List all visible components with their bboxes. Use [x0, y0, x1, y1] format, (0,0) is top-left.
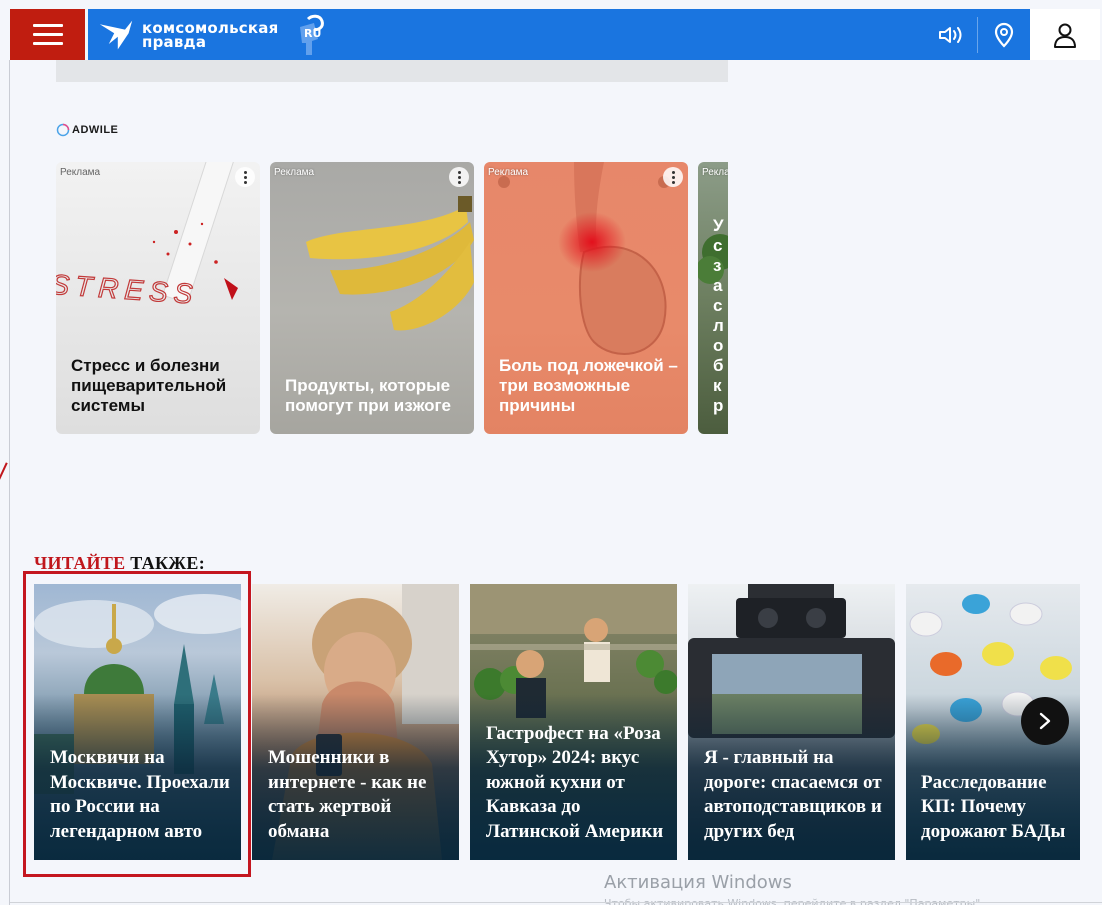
- adwile-logo[interactable]: ADWILE: [56, 123, 118, 137]
- read-also-heading: ЧИТАЙТЕ ТАКЖЕ:: [34, 553, 205, 573]
- ad-placeholder-strip: [56, 60, 728, 82]
- windows-activation-subtitle: Чтобы активировать Windows, перейдите в …: [604, 897, 984, 905]
- news-title: Я - главный на дороге: спасаемся от авто…: [704, 747, 882, 842]
- news-title: Гастрофест на «Роза Хутор» 2024: вкус юж…: [486, 722, 664, 842]
- brand-name: комсомольская правда: [142, 18, 279, 51]
- menu-button[interactable]: [10, 9, 85, 60]
- ru-domain-logo-icon: RU: [300, 14, 325, 55]
- carousel-next-button[interactable]: [1021, 697, 1069, 745]
- ad-card[interactable]: STRESS Реклама Стресс и болезни пищевари…: [56, 162, 260, 434]
- hamburger-icon: [32, 24, 63, 27]
- news-card[interactable]: Гастрофест на «Роза Хутор» 2024: вкус юж…: [470, 584, 677, 860]
- ad-title: Продукты, которые помогут при изжоге: [285, 376, 452, 415]
- page-bottom-line: [10, 902, 1102, 903]
- ad-title: Ус за сл об кр: [713, 216, 724, 415]
- ad-card[interactable]: Реклама Боль под ложечкой – три возможны…: [484, 162, 688, 434]
- ad-label: Реклама: [274, 167, 315, 178]
- audio-button[interactable]: [925, 9, 977, 60]
- ad-card[interactable]: Реклама Ус за сл об кр: [698, 162, 728, 434]
- ad-label: Реклама: [488, 167, 529, 178]
- ad-label: Реклама: [702, 167, 728, 178]
- news-title: Расследование КП: Почему дорожают БАДы: [921, 771, 1066, 842]
- svg-text:RU: RU: [304, 27, 321, 40]
- header-tools: [925, 9, 1030, 60]
- more-options-icon[interactable]: [449, 167, 469, 187]
- news-title: Мошенники в интернете - как не стать жер…: [268, 747, 427, 842]
- read-also-carousel: Москвичи на Москвиче. Проехали по России…: [34, 584, 1080, 860]
- decorative-mark: [0, 462, 8, 480]
- ad-label: Реклама: [60, 167, 101, 178]
- news-card[interactable]: Я - главный на дороге: спасаемся от авто…: [688, 584, 895, 860]
- user-icon: [1054, 23, 1076, 48]
- swallow-logo-icon: [99, 20, 133, 49]
- news-title: Москвичи на Москвиче. Проехали по России…: [50, 747, 230, 842]
- windows-activation-title: Активация Windows: [604, 872, 792, 893]
- user-account-button[interactable]: [1030, 9, 1100, 60]
- more-options-icon[interactable]: [663, 167, 683, 187]
- ad-title: Стресс и болезни пищеварительной системы: [71, 356, 227, 415]
- site-logo[interactable]: комсомольская правда RU: [88, 9, 326, 60]
- news-card[interactable]: Мошенники в интернете - как не стать жер…: [252, 584, 459, 860]
- ad-card[interactable]: Реклама Продукты, которые помогут при из…: [270, 162, 474, 434]
- location-button[interactable]: [978, 9, 1030, 60]
- adwile-ring-icon: [56, 123, 70, 137]
- location-pin-icon: [994, 22, 1014, 48]
- brand-bar: комсомольская правда RU: [88, 9, 1030, 60]
- ad-carousel: STRESS Реклама Стресс и болезни пищевари…: [56, 162, 728, 434]
- site-header: комсомольская правда RU: [10, 9, 1100, 60]
- speaker-icon: [939, 26, 962, 43]
- page-edge-line: [9, 60, 10, 905]
- chevron-right-icon: [1039, 712, 1051, 730]
- more-options-icon[interactable]: [235, 167, 255, 187]
- news-card[interactable]: Москвичи на Москвиче. Проехали по России…: [34, 584, 241, 860]
- ad-title: Боль под ложечкой – три возможные причин…: [499, 356, 678, 415]
